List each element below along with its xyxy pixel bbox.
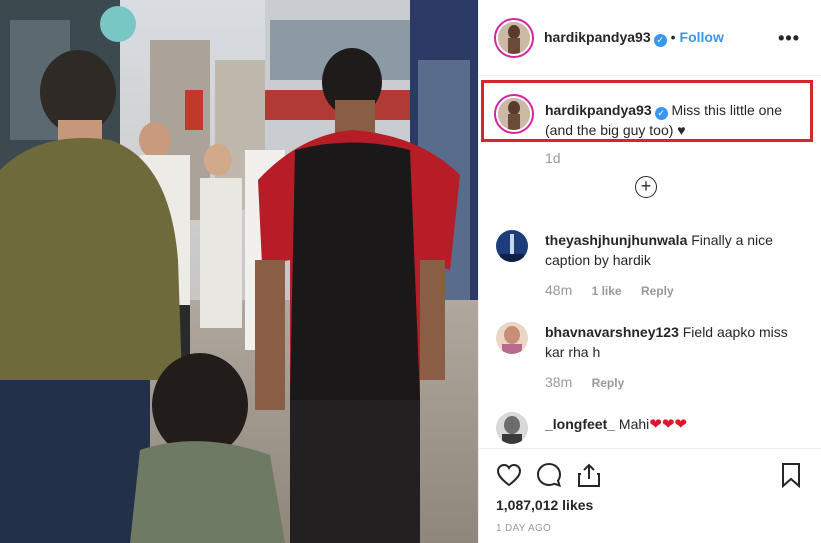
reply-button[interactable]: Reply <box>592 376 625 390</box>
post-actions: 1,087,012 likes 1 DAY AGO <box>479 448 821 543</box>
comment-time[interactable]: 38m <box>545 374 572 390</box>
comment-item: theyashjhunjhunwala Finally a nice capti… <box>496 230 806 300</box>
commenter-avatar[interactable] <box>496 230 528 262</box>
verified-badge-icon: ✓ <box>653 34 667 47</box>
comment-body: Mahi <box>618 416 650 432</box>
commenter-avatar[interactable] <box>496 412 528 444</box>
commenter-avatar[interactable] <box>496 322 528 354</box>
comment-text: bhavnavarshney123 Field aapko miss kar r… <box>545 322 805 362</box>
caption-time[interactable]: 1d <box>545 150 561 166</box>
caption-line-1: Miss this little one <box>671 102 782 118</box>
post-timestamp[interactable]: 1 DAY AGO <box>496 523 551 534</box>
comment-item: bhavnavarshney123 Field aapko miss kar r… <box>496 322 806 392</box>
avatar-image <box>496 230 528 262</box>
commenter-username[interactable]: theyashjhunjhunwala <box>545 232 687 248</box>
comment-likes[interactable]: 1 like <box>592 284 622 298</box>
follow-button[interactable]: Follow <box>680 29 724 45</box>
comment-meta: 48m 1 like Reply <box>545 282 690 298</box>
comment-bubble-icon[interactable] <box>535 461 563 489</box>
load-more-comments-icon[interactable]: + <box>635 176 657 198</box>
comment-text: _longfeet_ Mahi❤❤❤ <box>545 414 805 435</box>
street-photo-image <box>0 0 478 543</box>
caption-username[interactable]: hardikpandya93 <box>545 102 652 118</box>
save-bookmark-icon[interactable] <box>777 461 805 489</box>
post-header: hardikpandya93 ✓ • Follow ••• <box>479 0 821 76</box>
caption-text: hardikpandya93 ✓ Miss this little one (an… <box>545 100 815 140</box>
verified-badge-icon: ✓ <box>654 107 668 120</box>
commenter-username[interactable]: bhavnavarshney123 <box>545 324 679 340</box>
post-photo[interactable] <box>0 0 478 543</box>
comment-text: theyashjhunjhunwala Finally a nice capti… <box>545 230 805 270</box>
comment-meta: 38m Reply <box>545 374 640 390</box>
like-heart-icon[interactable] <box>495 461 523 489</box>
more-options-icon[interactable]: ••• <box>778 28 800 49</box>
reply-button[interactable]: Reply <box>641 284 674 298</box>
post-sidebar: hardikpandya93 ✓ • Follow ••• hardikpandya9… <box>478 0 821 543</box>
avatar-image <box>496 412 528 444</box>
author-username[interactable]: hardikpandya93 <box>544 29 651 45</box>
avatar-image <box>498 98 530 130</box>
caption-line-2: (and the big guy too) ♥ <box>545 122 686 138</box>
share-icon[interactable] <box>575 461 603 489</box>
commenter-username[interactable]: _longfeet_ <box>545 416 615 432</box>
avatar-image <box>496 322 528 354</box>
heart-emojis: ❤❤❤ <box>649 416 687 433</box>
caption-avatar[interactable] <box>494 94 534 134</box>
author-avatar[interactable] <box>494 18 534 58</box>
comment-time[interactable]: 48m <box>545 282 572 298</box>
avatar-image <box>498 22 530 54</box>
likes-count[interactable]: 1,087,012 likes <box>496 497 593 513</box>
comment-item: _longfeet_ Mahi❤❤❤ <box>496 412 806 446</box>
separator-dot: • <box>670 29 676 45</box>
